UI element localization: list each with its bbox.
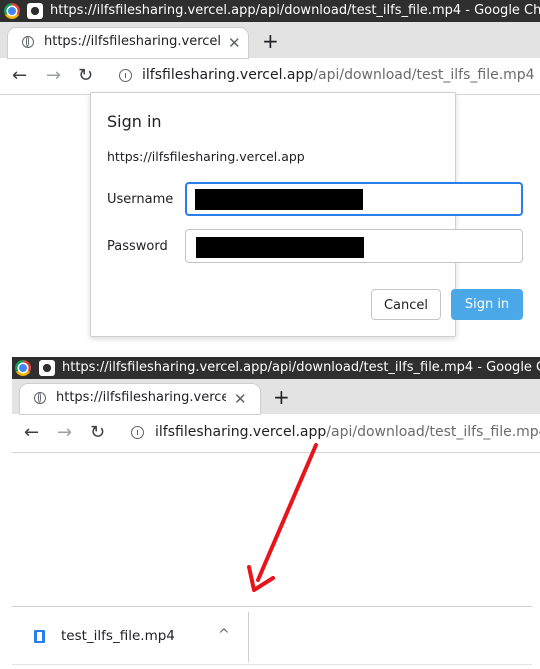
download-shelf-bottom xyxy=(12,664,532,665)
annotation-arrow xyxy=(247,443,318,592)
download-file-name[interactable]: test_ilfs_file.mp4 xyxy=(61,628,175,644)
download-item-separator xyxy=(248,612,249,662)
chevron-up-icon[interactable]: ^ xyxy=(218,627,230,643)
video-file-icon xyxy=(34,630,45,643)
arrow-shaft xyxy=(256,443,318,582)
